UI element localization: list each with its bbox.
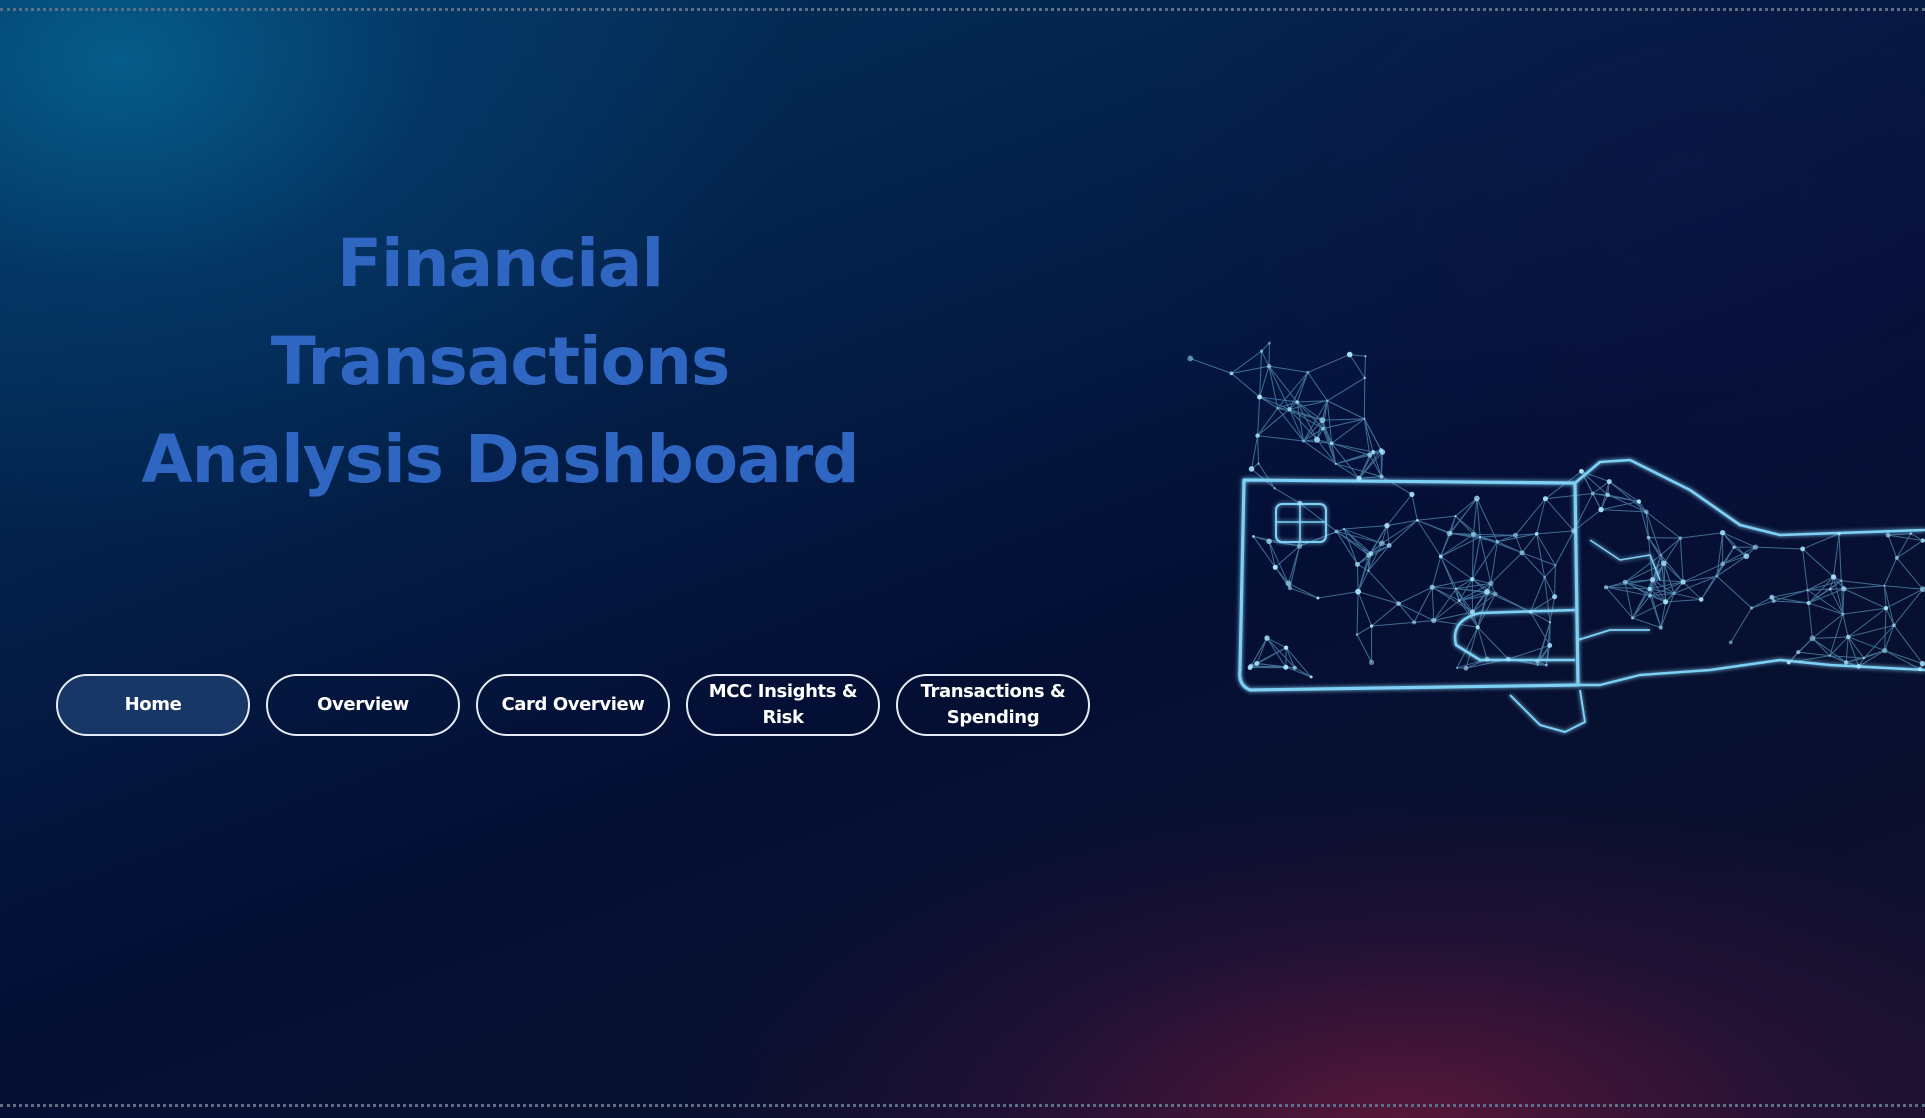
bottom-dotted-divider (0, 1104, 1925, 1107)
mcc-insights-risk-button[interactable]: MCC Insights & Risk (686, 674, 880, 736)
credit-card-hand-network-icon (1187, 341, 1925, 733)
transactions-spending-button[interactable]: Transactions & Spending (896, 674, 1090, 736)
top-dotted-divider (0, 8, 1925, 11)
home-button[interactable]: Home (56, 674, 250, 736)
navigation-buttons: Home Overview Card Overview MCC Insights… (56, 674, 1090, 736)
card-overview-button[interactable]: Card Overview (476, 674, 670, 736)
page-title: Financial Transactions Analysis Dashboar… (141, 225, 860, 498)
home-page: Financial Transactions Analysis Dashboar… (0, 0, 1925, 1118)
overview-button[interactable]: Overview (266, 674, 460, 736)
